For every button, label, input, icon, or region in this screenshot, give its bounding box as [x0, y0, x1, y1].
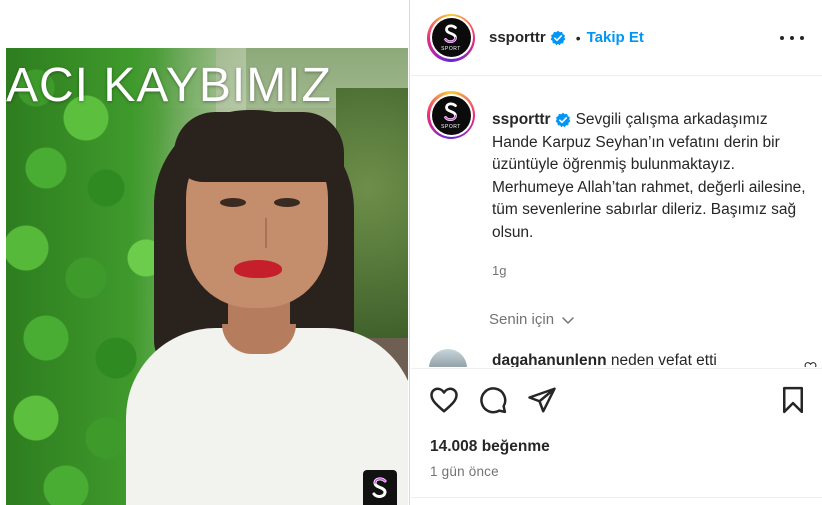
person-bangs: [174, 112, 344, 182]
comment-row: dagahanunlenn neden vefat etti: [427, 347, 817, 367]
more-options-icon[interactable]: [780, 28, 804, 48]
caption-text: Sevgili çalışma arkadaşımız Hande Karpuz…: [492, 111, 806, 241]
caption-avatar[interactable]: SPORT: [427, 91, 475, 139]
person-lips: [234, 260, 282, 278]
caption-time[interactable]: 1g: [492, 263, 506, 278]
comments-section[interactable]: SPORT ssporttr Sevgili çalışma arkadaşım…: [411, 77, 822, 367]
sport-logo-icon: [363, 470, 397, 505]
comment-text: neden vefat etti: [610, 352, 717, 367]
dot: [780, 36, 784, 40]
avatar-ring: SPORT: [429, 93, 473, 137]
divider: [411, 497, 822, 498]
post-image[interactable]: ACI KAYBIMIZ: [0, 0, 410, 505]
avatar-subtext: SPORT: [441, 46, 461, 52]
caption-username[interactable]: ssporttr: [492, 111, 551, 128]
likes-count[interactable]: 14.008 beğenme: [430, 438, 550, 456]
sport-logo-icon: SPORT: [431, 95, 471, 135]
image-headline: ACI KAYBIMIZ: [6, 59, 332, 112]
verified-badge-icon: [550, 30, 566, 46]
save-button[interactable]: [778, 385, 808, 415]
avatar[interactable]: SPORT: [427, 13, 475, 62]
chevron-down-icon: [562, 316, 574, 324]
comment-username[interactable]: dagahanunlenn: [492, 352, 607, 367]
post-header: SPORT ssporttr • Takip Et: [411, 0, 822, 76]
comment-like-icon[interactable]: [804, 361, 817, 367]
sport-logo-icon: SPORT: [431, 18, 471, 57]
action-bar: [411, 368, 822, 432]
dot: [800, 36, 804, 40]
person-eye-left: [220, 198, 246, 207]
comment-avatar[interactable]: [429, 349, 467, 367]
heart-icon: [430, 387, 458, 413]
for-you-label: Senin için: [489, 311, 555, 328]
caption-body: ssporttr Sevgili çalışma arkadaşımız Han…: [492, 109, 812, 244]
paper-plane-icon: [528, 387, 556, 413]
dot: [790, 36, 794, 40]
post-photo: [6, 48, 408, 505]
bookmark-icon: [783, 386, 803, 414]
verified-badge-icon: [555, 112, 571, 128]
separator-dot: •: [575, 29, 581, 46]
comment-icon: [480, 387, 507, 414]
person-eye-right: [274, 198, 300, 207]
like-button[interactable]: [429, 385, 459, 415]
avatar-subtext: SPORT: [441, 123, 461, 130]
comment-button[interactable]: [478, 385, 508, 415]
header-username[interactable]: ssporttr: [489, 29, 546, 46]
person-nose: [255, 218, 267, 248]
share-button[interactable]: [527, 385, 557, 415]
for-you-dropdown[interactable]: Senin için: [489, 311, 576, 328]
instagram-post-modal: ACI KAYBIMIZ SPORT ssporttr • Takip Et S…: [0, 0, 822, 505]
posted-time: 1 gün önce: [430, 464, 499, 479]
comment-body: dagahanunlenn neden vefat etti: [492, 352, 717, 367]
follow-button[interactable]: Takip Et: [587, 29, 644, 46]
avatar-ring: SPORT: [429, 16, 473, 59]
